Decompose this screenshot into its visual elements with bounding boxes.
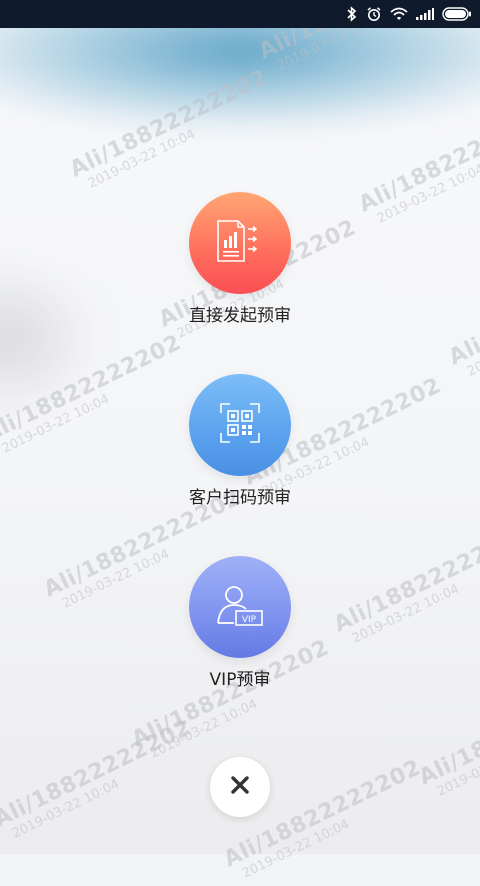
bluetooth-icon bbox=[346, 6, 358, 22]
qr-scan-precheck-action[interactable]: 客户扫码预审 bbox=[140, 374, 340, 508]
qr-scan-icon bbox=[220, 403, 260, 447]
vip-precheck-label: VIP预审 bbox=[209, 670, 271, 690]
alarm-icon bbox=[366, 6, 382, 22]
document-send-icon bbox=[214, 219, 266, 267]
close-icon bbox=[230, 775, 250, 799]
qr-scan-precheck-label: 客户扫码预审 bbox=[189, 488, 291, 508]
direct-precheck-button[interactable] bbox=[189, 192, 291, 294]
vip-precheck-action[interactable]: VIP VIP预审 bbox=[140, 556, 340, 690]
vip-user-icon: VIP bbox=[216, 583, 264, 631]
direct-precheck-action[interactable]: 直接发起预审 bbox=[140, 192, 340, 326]
vip-precheck-button[interactable]: VIP bbox=[189, 556, 291, 658]
battery-icon bbox=[442, 7, 472, 21]
direct-precheck-label: 直接发起预审 bbox=[189, 306, 291, 326]
wifi-icon bbox=[390, 7, 408, 21]
qr-scan-precheck-button[interactable] bbox=[189, 374, 291, 476]
svg-text:VIP: VIP bbox=[242, 615, 257, 625]
close-button[interactable] bbox=[210, 757, 270, 817]
status-bar bbox=[0, 0, 480, 28]
signal-icon bbox=[416, 8, 434, 20]
